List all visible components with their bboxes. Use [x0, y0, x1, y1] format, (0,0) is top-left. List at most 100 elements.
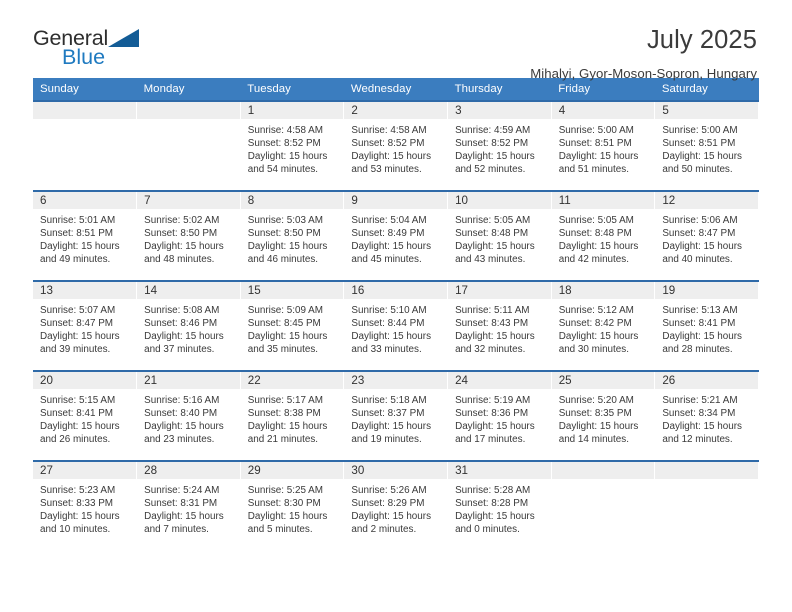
- daylight-text: Daylight: 15 hours and 7 minutes.: [144, 511, 224, 536]
- calendar-day-cell[interactable]: 22 Sunrise: 5:17 AM Sunset: 8:38 PM Dayligh…: [240, 370, 345, 461]
- sunset-text: Sunset: 8:41 PM: [662, 318, 736, 330]
- day-details: Sunrise: 5:20 AM Sunset: 8:35 PM Daylight:…: [552, 389, 655, 446]
- calendar-day-cell[interactable]: 24 Sunrise: 5:19 AM Sunset: 8:36 PM Dayligh…: [447, 370, 552, 461]
- day-details: Sunrise: 5:28 AM Sunset: 8:28 PM Daylight:…: [448, 479, 551, 536]
- day-number: 6: [33, 192, 137, 209]
- sunrise-text: Sunrise: 5:17 AM: [247, 395, 323, 406]
- calendar-day-cell[interactable]: 27 Sunrise: 5:23 AM Sunset: 8:33 PM Dayligh…: [33, 460, 138, 551]
- calendar-day-cell[interactable]: 7 Sunrise: 5:02 AM Sunset: 8:50 PM Daylight…: [136, 190, 241, 281]
- daylight-text: Daylight: 15 hours and 45 minutes.: [351, 241, 432, 266]
- day-details: Sunrise: 4:58 AM Sunset: 8:52 PM Daylight:…: [344, 119, 447, 176]
- calendar-day-cell[interactable]: 31 Sunrise: 5:28 AM Sunset: 8:28 PM Dayligh…: [447, 460, 552, 551]
- day-details: Sunrise: 5:10 AM Sunset: 8:44 PM Daylight:…: [344, 299, 447, 356]
- daylight-text: Daylight: 15 hours and 37 minutes.: [144, 331, 224, 356]
- sunset-text: Sunset: 8:52 PM: [351, 138, 425, 150]
- calendar-day-cell[interactable]: 3 Sunrise: 4:59 AM Sunset: 8:52 PM Daylight…: [447, 100, 552, 191]
- sunset-text: Sunset: 8:47 PM: [40, 318, 114, 330]
- day-number: [137, 102, 240, 119]
- calendar-day-cell[interactable]: 11 Sunrise: 5:05 AM Sunset: 8:48 PM Dayligh…: [551, 190, 656, 281]
- weekday-header-monday: Monday: [136, 78, 241, 101]
- calendar-day-cell[interactable]: 20 Sunrise: 5:15 AM Sunset: 8:41 PM Dayligh…: [33, 370, 138, 461]
- sunset-text: Sunset: 8:42 PM: [558, 318, 632, 330]
- day-number: 25: [551, 372, 655, 389]
- calendar-day-cell[interactable]: 15 Sunrise: 5:09 AM Sunset: 8:45 PM Dayligh…: [240, 280, 345, 371]
- calendar-week-row: 6 Sunrise: 5:01 AM Sunset: 8:51 PM Daylight…: [33, 190, 759, 281]
- calendar-day-cell[interactable]: 2 Sunrise: 4:58 AM Sunset: 8:52 PM Daylight…: [343, 100, 449, 191]
- day-details: Sunrise: 5:07 AM Sunset: 8:47 PM Daylight:…: [33, 299, 136, 356]
- calendar-day-cell[interactable]: 29 Sunrise: 5:25 AM Sunset: 8:30 PM Dayligh…: [240, 460, 345, 551]
- calendar-day-cell[interactable]: 5 Sunrise: 5:00 AM Sunset: 8:51 PM Daylight…: [654, 100, 759, 191]
- day-details: Sunrise: 5:05 AM Sunset: 8:48 PM Daylight:…: [448, 209, 551, 266]
- day-details: Sunrise: 4:58 AM Sunset: 8:52 PM Daylight:…: [241, 119, 344, 176]
- calendar-day-cell[interactable]: 6 Sunrise: 5:01 AM Sunset: 8:51 PM Daylight…: [33, 190, 138, 281]
- weekday-header-friday: Friday: [551, 78, 655, 101]
- calendar-day-cell[interactable]: 17 Sunrise: 5:11 AM Sunset: 8:43 PM Dayligh…: [447, 280, 552, 371]
- calendar-day-cell[interactable]: 14 Sunrise: 5:08 AM Sunset: 8:46 PM Dayligh…: [136, 280, 241, 371]
- day-details: Sunrise: 5:24 AM Sunset: 8:31 PM Daylight:…: [137, 479, 240, 536]
- calendar-day-cell[interactable]: 21 Sunrise: 5:16 AM Sunset: 8:40 PM Dayligh…: [136, 370, 241, 461]
- calendar-day-cell[interactable]: 16 Sunrise: 5:10 AM Sunset: 8:44 PM Dayligh…: [343, 280, 449, 371]
- sunset-text: Sunset: 8:51 PM: [662, 138, 736, 150]
- day-number: 5: [655, 102, 758, 119]
- sunrise-text: Sunrise: 4:59 AM: [455, 125, 531, 136]
- general-blue-logo[interactable]: General Blue: [33, 26, 153, 74]
- weekday-header-tuesday: Tuesday: [240, 78, 344, 101]
- calendar-day-cell-empty: [551, 460, 656, 551]
- daylight-text: Daylight: 15 hours and 26 minutes.: [40, 421, 120, 446]
- sunset-text: Sunset: 8:33 PM: [40, 498, 114, 510]
- day-details: Sunrise: 5:26 AM Sunset: 8:29 PM Daylight:…: [344, 479, 447, 536]
- daylight-text: Daylight: 15 hours and 14 minutes.: [558, 421, 639, 446]
- sunrise-text: Sunrise: 5:03 AM: [247, 215, 323, 226]
- daylight-text: Daylight: 15 hours and 40 minutes.: [662, 241, 742, 266]
- day-number: 15: [240, 282, 344, 299]
- calendar-day-cell[interactable]: 8 Sunrise: 5:03 AM Sunset: 8:50 PM Daylight…: [240, 190, 345, 281]
- calendar-day-cell[interactable]: 13 Sunrise: 5:07 AM Sunset: 8:47 PM Dayligh…: [33, 280, 138, 371]
- day-details: Sunrise: 5:17 AM Sunset: 8:38 PM Daylight:…: [241, 389, 344, 446]
- day-number: 26: [655, 372, 758, 389]
- sunrise-text: Sunrise: 5:07 AM: [40, 305, 116, 316]
- calendar-day-cell[interactable]: 9 Sunrise: 5:04 AM Sunset: 8:49 PM Daylight…: [343, 190, 449, 281]
- calendar-day-cell[interactable]: 19 Sunrise: 5:13 AM Sunset: 8:41 PM Dayligh…: [654, 280, 759, 371]
- day-number: 2: [344, 102, 448, 119]
- sunset-text: Sunset: 8:34 PM: [662, 408, 736, 420]
- weekday-header-wednesday: Wednesday: [343, 78, 448, 101]
- calendar-day-cell[interactable]: 4 Sunrise: 5:00 AM Sunset: 8:51 PM Daylight…: [551, 100, 656, 191]
- calendar-day-cell[interactable]: 10 Sunrise: 5:05 AM Sunset: 8:48 PM Dayligh…: [447, 190, 552, 281]
- calendar-day-cell[interactable]: 26 Sunrise: 5:21 AM Sunset: 8:34 PM Dayligh…: [654, 370, 759, 461]
- day-number: 4: [551, 102, 655, 119]
- sunrise-text: Sunrise: 5:25 AM: [247, 485, 323, 496]
- sunset-text: Sunset: 8:28 PM: [455, 498, 529, 510]
- calendar-day-cell[interactable]: 18 Sunrise: 5:12 AM Sunset: 8:42 PM Dayligh…: [551, 280, 656, 371]
- sunrise-text: Sunrise: 5:04 AM: [351, 215, 427, 226]
- sunset-text: Sunset: 8:36 PM: [455, 408, 529, 420]
- daylight-text: Daylight: 15 hours and 53 minutes.: [351, 151, 432, 176]
- calendar-day-cell[interactable]: 30 Sunrise: 5:26 AM Sunset: 8:29 PM Dayligh…: [343, 460, 449, 551]
- calendar-day-cell[interactable]: 28 Sunrise: 5:24 AM Sunset: 8:31 PM Dayligh…: [136, 460, 241, 551]
- day-details: Sunrise: 5:02 AM Sunset: 8:50 PM Daylight:…: [137, 209, 240, 266]
- sunrise-text: Sunrise: 5:01 AM: [40, 215, 116, 226]
- sunrise-text: Sunrise: 5:11 AM: [455, 305, 530, 316]
- day-details: Sunrise: 4:59 AM Sunset: 8:52 PM Daylight:…: [448, 119, 551, 176]
- calendar-day-cell[interactable]: 1 Sunrise: 4:58 AM Sunset: 8:52 PM Daylight…: [240, 100, 345, 191]
- calendar-week-row: 13 Sunrise: 5:07 AM Sunset: 8:47 PM Dayligh…: [33, 280, 759, 371]
- day-number: 11: [551, 192, 655, 209]
- daylight-text: Daylight: 15 hours and 48 minutes.: [144, 241, 224, 266]
- day-number: 10: [448, 192, 551, 209]
- calendar-week-row: 27 Sunrise: 5:23 AM Sunset: 8:33 PM Dayligh…: [33, 460, 759, 551]
- sunrise-text: Sunrise: 5:05 AM: [558, 215, 634, 226]
- sunset-text: Sunset: 8:44 PM: [351, 318, 425, 330]
- day-details: Sunrise: 5:01 AM Sunset: 8:51 PM Daylight:…: [33, 209, 136, 266]
- calendar-day-cell[interactable]: 12 Sunrise: 5:06 AM Sunset: 8:47 PM Dayligh…: [654, 190, 759, 281]
- title-block: July 2025 Mihalyi, Gyor-Moson-Sopron, Hu…: [530, 26, 757, 81]
- sunset-text: Sunset: 8:40 PM: [144, 408, 218, 420]
- calendar-day-cell[interactable]: 23 Sunrise: 5:18 AM Sunset: 8:37 PM Dayligh…: [343, 370, 449, 461]
- calendar-day-cell[interactable]: 25 Sunrise: 5:20 AM Sunset: 8:35 PM Dayligh…: [551, 370, 656, 461]
- day-number: 17: [448, 282, 551, 299]
- sunrise-text: Sunrise: 5:26 AM: [351, 485, 427, 496]
- day-number: 29: [240, 462, 344, 479]
- sunset-text: Sunset: 8:37 PM: [351, 408, 425, 420]
- calendar-week-row: 20 Sunrise: 5:15 AM Sunset: 8:41 PM Dayligh…: [33, 370, 759, 461]
- sunrise-text: Sunrise: 5:13 AM: [662, 305, 738, 316]
- day-details: Sunrise: 5:05 AM Sunset: 8:48 PM Daylight:…: [552, 209, 655, 266]
- sunrise-text: Sunrise: 5:09 AM: [247, 305, 323, 316]
